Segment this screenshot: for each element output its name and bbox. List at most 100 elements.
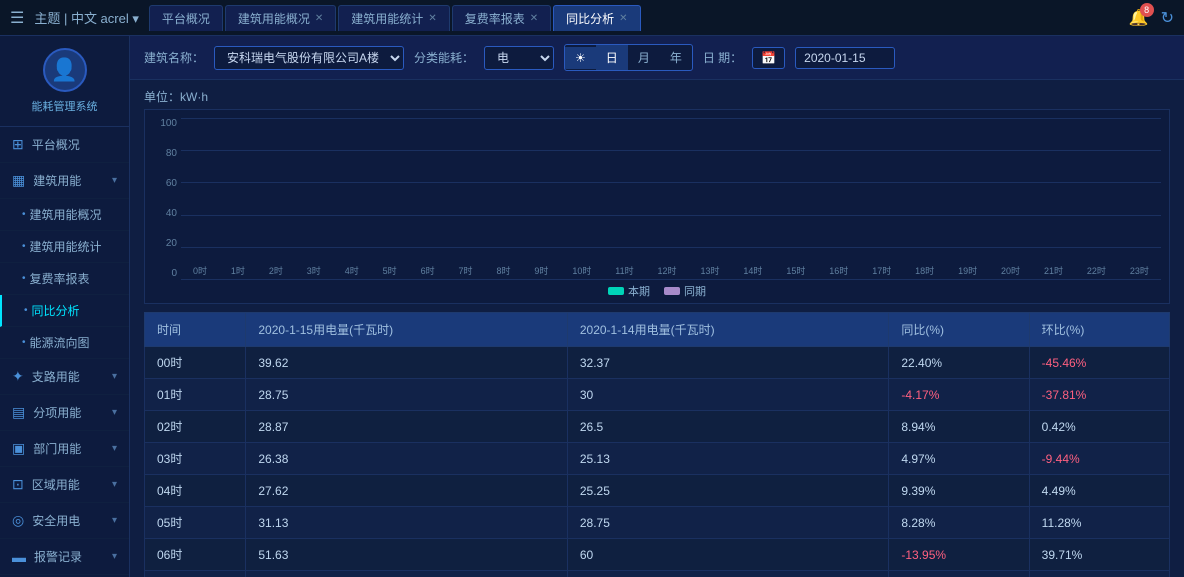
sidebar-item-dept[interactable]: ▣部门用能▾ <box>0 431 129 467</box>
chart-y-axis: 100806040200 <box>149 118 177 279</box>
chart-legend: 本期 同期 <box>608 283 706 299</box>
sidebar-item-safety[interactable]: ◎安全用电▾ <box>0 503 129 539</box>
legend-previous-color <box>664 287 680 295</box>
category-select[interactable]: 电 <box>484 46 554 70</box>
time-btn-clock[interactable]: ☀ <box>565 47 596 69</box>
toolbar: 建筑名称： 安科瑞电气股份有限公司A楼 分类能耗： 电 ☀ 日 月 年 日 期：… <box>130 36 1184 80</box>
y-label: 20 <box>149 238 177 249</box>
sidebar-item-building-energy[interactable]: ▦建筑用能▾ <box>0 163 129 199</box>
sidebar-icon-platform: ⊞ <box>12 136 24 153</box>
table-cell: 28.75 <box>246 379 567 411</box>
x-label: 7时 <box>459 264 473 277</box>
tab-close-icon[interactable]: ✕ <box>315 13 323 24</box>
sidebar-items: ⊞平台概况▦建筑用能▾建筑用能概况建筑用能统计复费率报表同比分析能源流向图✦支路… <box>0 127 129 577</box>
bars-area <box>181 118 1161 259</box>
x-label: 14时 <box>743 264 762 277</box>
table-cell: 8.28% <box>889 507 1029 539</box>
calendar-icon: 📅 <box>761 51 776 65</box>
table-header-cell: 2020-1-14用电量(千瓦时) <box>567 313 888 347</box>
x-label: 8时 <box>496 264 510 277</box>
table-cell: 25.25 <box>567 475 888 507</box>
sidebar-item-platform[interactable]: ⊞平台概况 <box>0 127 129 163</box>
legend-current-color <box>608 287 624 295</box>
top-bar-left: ☰ 主题 | 中文 acrel ▾ <box>10 8 139 28</box>
tab-close-icon[interactable]: ✕ <box>619 13 627 24</box>
y-label: 0 <box>149 268 177 279</box>
table-cell: 48 <box>246 571 567 577</box>
sidebar-icon-report: ▬ <box>12 549 26 565</box>
table-cell: 4.49% <box>1029 475 1169 507</box>
table-cell: 04时 <box>145 475 246 507</box>
top-tab[interactable]: 建筑用能概况✕ <box>225 5 336 31</box>
x-label: 22时 <box>1087 264 1106 277</box>
refresh-icon[interactable]: ↻ <box>1161 8 1174 28</box>
table-row: 02时28.8726.58.94%0.42% <box>145 411 1170 443</box>
brand-text: 主题 | 中文 acrel ▾ <box>34 8 139 27</box>
sidebar-icon-safety: ◎ <box>12 512 24 529</box>
table-cell: 51.63 <box>246 539 567 571</box>
table-row: 06时51.6360-13.95%39.71% <box>145 539 1170 571</box>
sidebar-item-branch[interactable]: ✦支路用能▾ <box>0 359 129 395</box>
time-btn-month[interactable]: 月 <box>628 45 660 70</box>
table-cell: 31.13 <box>246 507 567 539</box>
x-label: 0时 <box>193 264 207 277</box>
sidebar-arrow-dept: ▾ <box>112 443 117 454</box>
data-table: 时间2020-1-15用电量(千瓦时)2020-1-14用电量(千瓦时)同比(%… <box>144 312 1170 577</box>
time-btn-day[interactable]: 日 <box>596 45 628 70</box>
hamburger-menu[interactable]: ☰ <box>10 8 24 28</box>
building-label: 建筑名称： <box>144 49 204 66</box>
table-cell: 26.38 <box>246 443 567 475</box>
x-label: 23时 <box>1130 264 1149 277</box>
table-row: 01时28.7530-4.17%-37.81% <box>145 379 1170 411</box>
time-btn-year[interactable]: 年 <box>660 45 692 70</box>
tab-close-icon[interactable]: ✕ <box>530 13 538 24</box>
table-cell: -13.95% <box>889 539 1029 571</box>
table-cell: 32.37 <box>567 347 888 379</box>
top-tab[interactable]: 建筑用能统计✕ <box>338 5 449 31</box>
sidebar-arrow-building-energy: ▾ <box>112 175 117 186</box>
legend-current-label: 本期 <box>628 283 650 299</box>
table-cell: 39.71% <box>1029 539 1169 571</box>
table-cell: 30 <box>567 379 888 411</box>
sidebar-arrow-sub-meter: ▾ <box>112 407 117 418</box>
sidebar-arrow-report: ▾ <box>112 551 117 562</box>
building-select[interactable]: 安科瑞电气股份有限公司A楼 <box>214 46 404 70</box>
date-input[interactable] <box>795 47 895 69</box>
sidebar-label-building-energy: 建筑用能 <box>33 172 81 189</box>
sidebar-item-report[interactable]: ▬报警记录▾ <box>0 539 129 575</box>
sidebar-sub-item[interactable]: 建筑用能统计 <box>0 231 129 263</box>
sidebar-sub-item[interactable]: 能源流向图 <box>0 327 129 359</box>
sidebar: 👤 能耗管理系统 ⊞平台概况▦建筑用能▾建筑用能概况建筑用能统计复费率报表同比分… <box>0 36 130 577</box>
content-area: 建筑名称： 安科瑞电气股份有限公司A楼 分类能耗： 电 ☀ 日 月 年 日 期：… <box>130 36 1184 577</box>
table-cell: 03时 <box>145 443 246 475</box>
table-cell: 02时 <box>145 411 246 443</box>
table-cell: 60 <box>567 539 888 571</box>
sidebar-icon-area: ⊡ <box>12 476 24 493</box>
table-cell: 28.87 <box>246 411 567 443</box>
table-cell: -7.56% <box>1029 571 1169 577</box>
tab-close-icon[interactable]: ✕ <box>428 13 436 24</box>
table-header-cell: 环比(%) <box>1029 313 1169 347</box>
sidebar-label-dept: 部门用能 <box>33 440 81 457</box>
table-row: 04时27.6225.259.39%4.49% <box>145 475 1170 507</box>
chart-unit: 单位：kW·h <box>144 88 1170 105</box>
table-header-cell: 2020-1-15用电量(千瓦时) <box>246 313 567 347</box>
sidebar-sub-item[interactable]: 同比分析 <box>0 295 129 327</box>
top-tab[interactable]: 复费率报表✕ <box>452 5 551 31</box>
x-label: 5时 <box>383 264 397 277</box>
notification-bell[interactable]: 🔔 8 <box>1129 8 1149 28</box>
x-label: 13时 <box>700 264 719 277</box>
sidebar-item-area[interactable]: ⊡区域用能▾ <box>0 467 129 503</box>
top-bar: ☰ 主题 | 中文 acrel ▾ 平台概况建筑用能概况✕建筑用能统计✕复费率报… <box>0 0 1184 36</box>
top-tab[interactable]: 同比分析✕ <box>553 5 640 31</box>
x-label: 2时 <box>269 264 283 277</box>
table-cell: -37.81% <box>1029 379 1169 411</box>
calendar-button[interactable]: 📅 <box>752 47 785 69</box>
x-label: 10时 <box>572 264 591 277</box>
top-tab[interactable]: 平台概况 <box>149 5 223 31</box>
top-tabs: 平台概况建筑用能概况✕建筑用能统计✕复费率报表✕同比分析✕ <box>149 5 1129 31</box>
sidebar-sub-item[interactable]: 建筑用能概况 <box>0 199 129 231</box>
sidebar-sub-item[interactable]: 复费率报表 <box>0 263 129 295</box>
chart-section: 单位：kW·h 100806040200 0时1时2时3时4时5时6时7时8时9… <box>130 80 1184 312</box>
sidebar-item-sub-meter[interactable]: ▤分项用能▾ <box>0 395 129 431</box>
